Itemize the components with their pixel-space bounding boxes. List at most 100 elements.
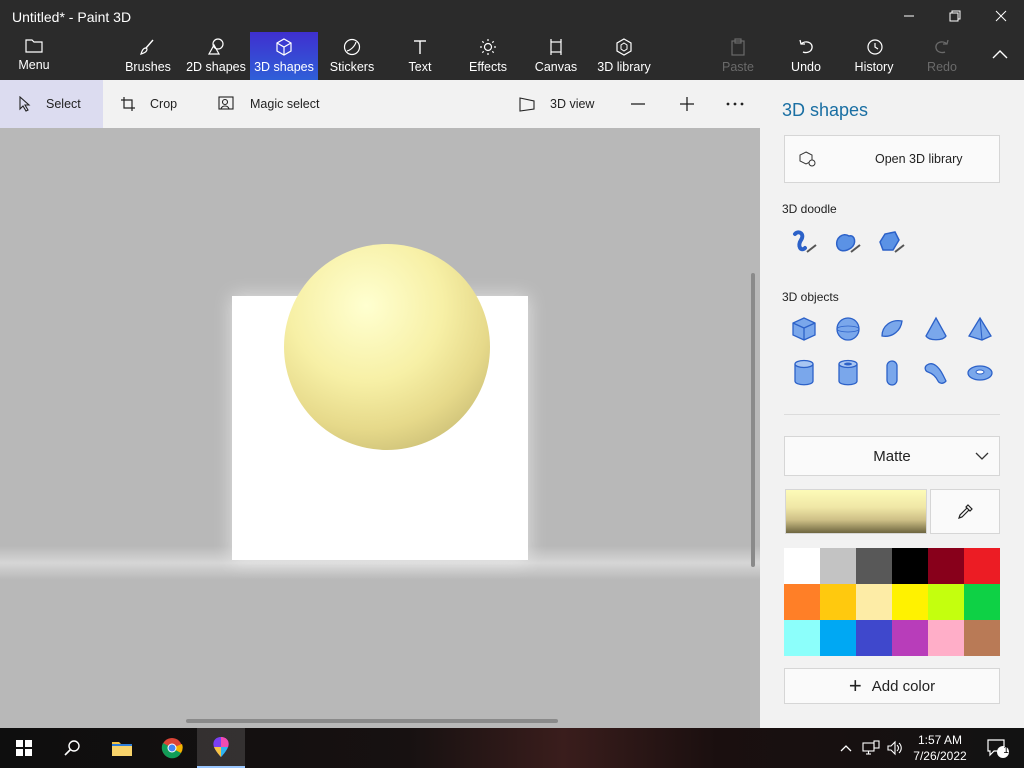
clock-date: 7/26/2022 <box>913 749 967 763</box>
color-swatch[interactable] <box>820 620 856 656</box>
chrome-button[interactable] <box>148 728 196 768</box>
paste-button[interactable]: Paste <box>716 32 760 80</box>
speaker-icon <box>887 740 902 756</box>
3d-shapes-panel: 3D shapes Open 3D library 3D doodle 3D o… <box>760 80 1024 728</box>
restore-icon <box>949 10 961 22</box>
pyramid-shape-button[interactable] <box>964 313 996 345</box>
tab-canvas[interactable]: Canvas <box>530 32 582 80</box>
color-swatch[interactable] <box>928 548 964 584</box>
color-swatch[interactable] <box>964 584 1000 620</box>
color-swatch[interactable] <box>784 620 820 656</box>
collapse-ribbon-button[interactable] <box>980 32 1020 80</box>
tab-2d-shapes[interactable]: 2D shapes <box>184 32 248 80</box>
eyedropper-button[interactable] <box>930 489 1000 534</box>
donut-icon <box>967 365 993 381</box>
network-button[interactable] <box>860 728 882 768</box>
undo-button[interactable]: Undo <box>784 32 828 80</box>
crop-label: Crop <box>150 97 178 111</box>
clock[interactable]: 1:57 AM 7/26/2022 <box>912 732 968 764</box>
paint-3d-taskbar-button[interactable] <box>197 728 245 768</box>
sphere-shape-button[interactable] <box>832 313 864 345</box>
crop-icon <box>121 97 135 111</box>
minimize-button[interactable] <box>886 0 932 32</box>
title-bar: Untitled* - Paint 3D <box>0 0 1024 32</box>
color-swatch[interactable] <box>856 584 892 620</box>
canvas-workspace[interactable] <box>0 128 760 728</box>
horizontal-scrollbar[interactable] <box>186 719 558 723</box>
soft-edge-doodle-button[interactable] <box>832 226 864 258</box>
curved-cylinder-shape-button[interactable] <box>920 357 952 389</box>
search-button[interactable] <box>48 728 96 768</box>
action-center-button[interactable]: 1 <box>978 728 1018 768</box>
vertical-scrollbar[interactable] <box>751 273 755 567</box>
brush-icon <box>140 39 154 55</box>
crop-tool[interactable]: Crop <box>120 80 177 128</box>
tube-doodle-button[interactable] <box>876 226 908 258</box>
add-color-button[interactable]: + Add color <box>784 668 1000 704</box>
paste-icon <box>731 38 745 56</box>
material-dropdown[interactable]: Matte <box>784 436 1000 476</box>
cylinder-shape-button[interactable] <box>788 357 820 389</box>
color-swatch[interactable] <box>784 584 820 620</box>
tab-menu[interactable]: Menu <box>4 32 64 80</box>
chevron-up-icon <box>840 745 852 752</box>
color-swatch[interactable] <box>892 584 928 620</box>
file-explorer-button[interactable] <box>98 728 146 768</box>
canvas-icon <box>550 39 562 55</box>
volume-button[interactable] <box>884 728 906 768</box>
text-icon <box>414 40 426 54</box>
3d-sphere-object[interactable] <box>284 244 490 450</box>
cube-icon <box>276 38 292 56</box>
zoom-in-button[interactable] <box>679 80 709 128</box>
sharp-doodle-icon <box>793 230 817 253</box>
cube-shape-button[interactable] <box>788 313 820 345</box>
sharp-edge-doodle-button[interactable] <box>788 226 820 258</box>
tab-3d-library[interactable]: 3D library <box>594 32 654 80</box>
select-tool[interactable]: Select <box>0 80 103 128</box>
open-3d-library-button[interactable]: Open 3D library <box>784 135 1000 183</box>
color-swatch[interactable] <box>856 548 892 584</box>
close-button[interactable] <box>978 0 1024 32</box>
cone-shape-button[interactable] <box>920 313 952 345</box>
color-swatch[interactable] <box>820 584 856 620</box>
donut-shape-button[interactable] <box>964 357 996 389</box>
3d-view-toggle[interactable]: 3D view <box>518 80 594 128</box>
sticker-icon <box>343 38 361 56</box>
color-swatch[interactable] <box>856 620 892 656</box>
color-swatch[interactable] <box>892 620 928 656</box>
selected-color-preview[interactable] <box>785 489 927 534</box>
restore-button[interactable] <box>932 0 978 32</box>
tube-shape-button[interactable] <box>832 357 864 389</box>
tab-effects-label: Effects <box>469 60 507 74</box>
chevron-down-icon <box>975 452 989 460</box>
capsule-shape-button[interactable] <box>876 357 908 389</box>
redo-icon <box>935 39 949 54</box>
color-swatch[interactable] <box>784 548 820 584</box>
magic-select-tool[interactable]: Magic select <box>218 80 319 128</box>
color-swatch[interactable] <box>892 548 928 584</box>
history-button[interactable]: History <box>848 32 900 80</box>
tab-3d-shapes[interactable]: 3D shapes <box>250 32 318 80</box>
color-swatch[interactable] <box>928 620 964 656</box>
tab-effects[interactable]: Effects <box>462 32 514 80</box>
tab-brushes[interactable]: Brushes <box>120 32 176 80</box>
chevron-up-icon <box>992 50 1008 59</box>
show-hidden-icons-button[interactable] <box>836 728 856 768</box>
3d-objects-heading: 3D objects <box>782 290 839 304</box>
cylinder-icon <box>794 359 814 386</box>
color-swatch[interactable] <box>820 548 856 584</box>
windows-logo-icon <box>16 740 32 756</box>
tab-stickers[interactable]: Stickers <box>324 32 380 80</box>
color-swatch[interactable] <box>928 584 964 620</box>
hemisphere-shape-button[interactable] <box>876 313 908 345</box>
redo-button[interactable]: Redo <box>920 32 964 80</box>
undo-icon <box>799 39 813 54</box>
tab-text[interactable]: Text <box>396 32 444 80</box>
paste-label: Paste <box>722 60 754 74</box>
more-options-button[interactable] <box>726 80 758 128</box>
color-swatch[interactable] <box>964 548 1000 584</box>
color-swatch[interactable] <box>964 620 1000 656</box>
zoom-out-button[interactable] <box>630 80 660 128</box>
tab-text-label: Text <box>408 60 432 74</box>
start-button[interactable] <box>0 728 48 768</box>
